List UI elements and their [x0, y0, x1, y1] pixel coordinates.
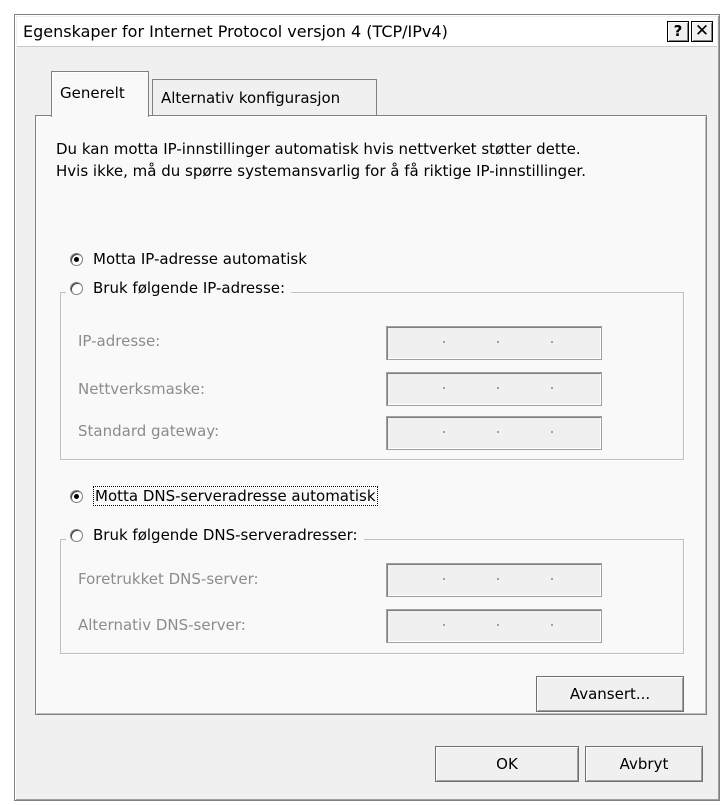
alternate-dns-input[interactable] — [386, 609, 602, 643]
general-tab-panel: Du kan motta IP-innstillinger automatisk… — [35, 115, 707, 715]
use-following-dns-label: Bruk følgende DNS-serveradresser: — [93, 526, 358, 544]
ip-address-input[interactable] — [386, 326, 602, 360]
radio-indicator — [70, 528, 83, 542]
use-following-ip-radio[interactable]: Bruk følgende IP-adresse: — [66, 279, 292, 297]
ip-address-label: IP-adresse: — [78, 332, 161, 350]
ok-button[interactable]: OK — [435, 746, 579, 782]
tab-alternative-configuration[interactable]: Alternativ konfigurasjon — [152, 79, 377, 115]
obtain-ip-automatically-label: Motta IP-adresse automatisk — [93, 250, 307, 268]
help-button[interactable]: ? — [667, 21, 689, 42]
alternate-dns-label: Alternativ DNS-server: — [78, 616, 246, 634]
obtain-dns-automatically-label: Motta DNS-serveradresse automatisk — [93, 486, 378, 506]
obtain-ip-automatically-radio[interactable]: Motta IP-adresse automatisk — [70, 250, 307, 268]
tab-alternative-label: Alternativ konfigurasjon — [161, 89, 341, 107]
intro-line-1: Du kan motta IP-innstillinger automatisk… — [56, 140, 581, 158]
radio-indicator — [70, 489, 83, 503]
use-following-ip-label: Bruk følgende IP-adresse: — [93, 279, 286, 297]
preferred-dns-label: Foretrukket DNS-server: — [78, 570, 259, 588]
tab-general-label: Generelt — [60, 84, 125, 102]
title-bar[interactable]: Egenskaper for Internet Protocol versjon… — [17, 17, 717, 47]
radio-indicator — [70, 252, 83, 266]
subnet-mask-input[interactable] — [386, 372, 602, 406]
obtain-dns-automatically-radio[interactable]: Motta DNS-serveradresse automatisk — [70, 486, 378, 506]
radio-indicator — [70, 281, 83, 295]
window-title: Egenskaper for Internet Protocol versjon… — [23, 22, 448, 41]
preferred-dns-input[interactable] — [386, 563, 602, 597]
intro-line-2: Hvis ikke, må du spørre systemansvarlig … — [56, 162, 586, 180]
intro-text: Du kan motta IP-innstillinger automatisk… — [56, 138, 696, 182]
close-icon[interactable]: ✕ — [691, 21, 713, 42]
advanced-button[interactable]: Avansert... — [536, 676, 684, 712]
cancel-button[interactable]: Avbryt — [585, 746, 703, 782]
subnet-mask-label: Nettverksmaske: — [78, 380, 206, 398]
default-gateway-label: Standard gateway: — [78, 422, 220, 440]
tab-general[interactable]: Generelt — [51, 71, 149, 117]
default-gateway-input[interactable] — [386, 416, 602, 450]
use-following-dns-radio[interactable]: Bruk følgende DNS-serveradresser: — [66, 526, 364, 544]
tcpip-properties-dialog: Egenskaper for Internet Protocol versjon… — [14, 14, 720, 801]
